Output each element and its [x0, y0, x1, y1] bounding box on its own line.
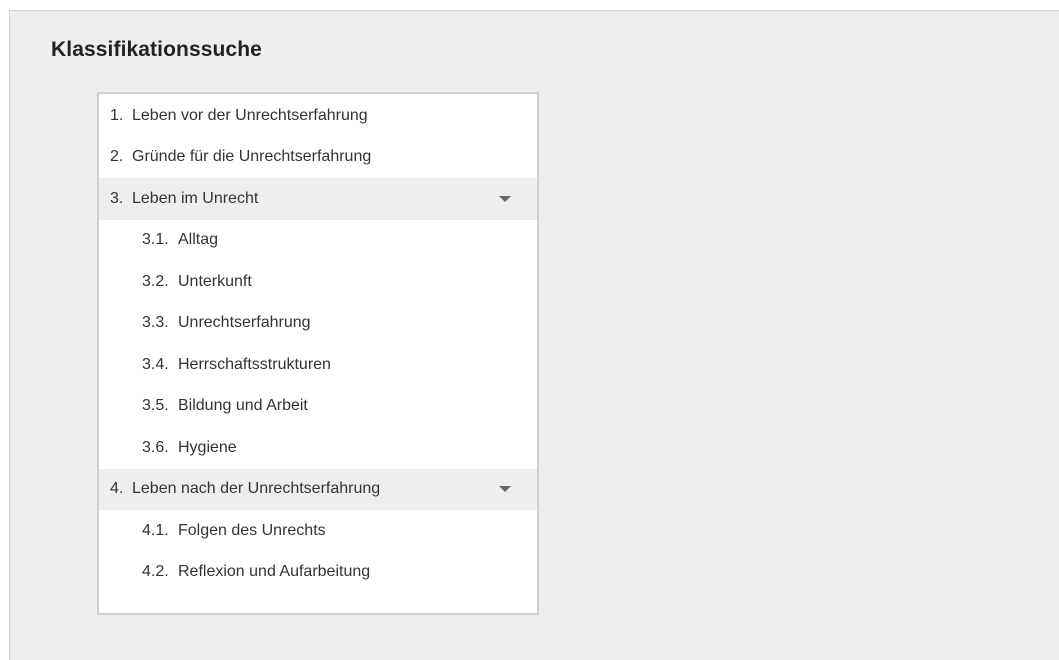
caret-down-icon[interactable]: [499, 195, 511, 202]
tree-item-3[interactable]: 3. Leben im Unrecht: [99, 178, 537, 220]
tree-item-4-1[interactable]: 4.1. Folgen des Unrechts: [99, 510, 537, 552]
tree-item-number: 4.2.: [142, 563, 169, 581]
tree-item-1[interactable]: 1. Leben vor der Unrechtserfahrung: [99, 95, 537, 137]
tree-item-number: 4.1.: [142, 521, 169, 539]
tree-item-number: 2.: [110, 148, 124, 166]
tree-item-label: Bildung und Arbeit: [178, 397, 308, 415]
tree-item-number: 3.2.: [142, 272, 169, 290]
tree-item-3-3[interactable]: 3.3. Unrechtserfahrung: [99, 303, 537, 345]
tree-item-number: 1.: [110, 106, 124, 124]
tree-item-label: Leben vor der Unrechtserfahrung: [132, 106, 368, 124]
classification-search-panel: Klassifikationssuche 1. Leben vor der Un…: [9, 10, 1059, 660]
tree-item-number: 3.4.: [142, 355, 169, 373]
tree-item-label: Gründe für die Unrechtserfahrung: [132, 148, 372, 166]
tree-item-number: 4.: [110, 480, 124, 498]
tree-item-label: Leben nach der Unrechtserfahrung: [132, 480, 381, 498]
tree-item-label: Reflexion und Aufarbeitung: [178, 563, 371, 581]
tree-item-number: 3.5.: [142, 397, 169, 415]
tree-item-number: 3.6.: [142, 438, 169, 456]
tree-item-label: Herrschaftsstrukturen: [178, 355, 331, 373]
page-title: Klassifikationssuche: [51, 38, 262, 61]
tree-item-3-2[interactable]: 3.2. Unterkunft: [99, 261, 537, 303]
tree-item-3-6[interactable]: 3.6. Hygiene: [99, 427, 537, 469]
tree-item-label: Unrechtserfahrung: [178, 314, 311, 332]
tree-item-label: Leben im Unrecht: [132, 189, 259, 207]
caret-down-icon[interactable]: [499, 486, 511, 493]
tree-item-label: Alltag: [178, 231, 219, 249]
tree-item-4[interactable]: 4. Leben nach der Unrechtserfahrung: [99, 468, 537, 510]
tree-item-2[interactable]: 2. Gründe für die Unrechtserfahrung: [99, 137, 537, 179]
tree-item-label: Unterkunft: [178, 272, 252, 290]
tree-item-label: Hygiene: [178, 438, 237, 456]
classification-tree: 1. Leben vor der Unrechtserfahrung 2. Gr…: [97, 92, 539, 615]
tree-item-3-1[interactable]: 3.1. Alltag: [99, 220, 537, 262]
tree-item-number: 3.: [110, 189, 124, 207]
tree-item-4-2[interactable]: 4.2. Reflexion und Aufarbeitung: [99, 552, 537, 594]
tree-item-3-4[interactable]: 3.4. Herrschaftsstrukturen: [99, 344, 537, 386]
tree-item-3-5[interactable]: 3.5. Bildung und Arbeit: [99, 386, 537, 428]
tree-item-number: 3.3.: [142, 314, 169, 332]
tree-item-label: Folgen des Unrechts: [178, 521, 326, 539]
tree-item-number: 3.1.: [142, 231, 169, 249]
